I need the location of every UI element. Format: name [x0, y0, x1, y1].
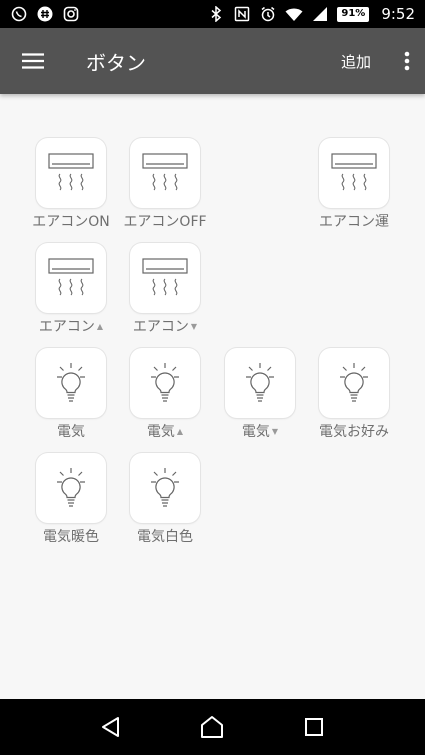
- air-conditioner-icon: [142, 153, 188, 191]
- button-label-text: エアコン: [38, 319, 95, 335]
- light-bulb-icon: [246, 363, 274, 402]
- battery-level: 91: [341, 7, 356, 19]
- signal-icon: [311, 5, 329, 23]
- button-label-text: 電気: [241, 424, 270, 440]
- status-left: [10, 5, 80, 23]
- air-conditioner-icon: [48, 153, 94, 191]
- home-button[interactable]: [192, 707, 232, 747]
- navigation-bar: [0, 699, 425, 755]
- button-tile[interactable]: [36, 243, 106, 313]
- button-label: エアコン ▼: [133, 316, 197, 336]
- button-label-text: エアコンON: [32, 214, 110, 230]
- button-tile[interactable]: [36, 453, 106, 523]
- triangle-down-icon: ▼: [271, 426, 279, 436]
- air-conditioner-icon: [142, 258, 188, 296]
- alarm-icon: [259, 5, 277, 23]
- status-bar: 91% 9:52: [0, 0, 425, 28]
- app-bar: ボタン 追加: [0, 28, 425, 94]
- nfc-icon: [233, 5, 251, 23]
- home-icon: [201, 716, 224, 738]
- light-bulb-icon: [57, 363, 85, 402]
- button-light-favorite[interactable]: 電気お好み: [307, 348, 401, 441]
- button-label-text: 電気: [146, 424, 175, 440]
- grid-row: 電気 電気 ▲ 電気 ▼ 電気お好み: [24, 348, 404, 453]
- back-button[interactable]: [91, 707, 131, 747]
- button-label: 電気 ▼: [242, 421, 278, 441]
- button-light-white[interactable]: 電気白色: [118, 453, 212, 546]
- button-label: エアコンOFF: [123, 211, 206, 231]
- status-time: 9:52: [381, 5, 415, 23]
- grid-row: 電気暖色 電気白色: [24, 453, 404, 558]
- hash-app-icon: [36, 5, 54, 23]
- triangle-up-icon: ▲: [96, 321, 104, 331]
- back-icon: [101, 717, 119, 737]
- button-label: 電気白色: [137, 526, 193, 546]
- hamburger-menu-button[interactable]: [0, 28, 66, 94]
- button-label-text: 電気暖色: [43, 529, 99, 545]
- overflow-menu-button[interactable]: [389, 28, 425, 94]
- button-tile[interactable]: [130, 243, 200, 313]
- light-bulb-icon: [151, 468, 179, 507]
- button-label: 電気: [57, 421, 85, 441]
- button-tile[interactable]: [319, 348, 389, 418]
- button-label: エアコン ▲: [39, 316, 103, 336]
- add-button[interactable]: 追加: [341, 51, 371, 72]
- button-tile[interactable]: [36, 348, 106, 418]
- button-tile[interactable]: [36, 138, 106, 208]
- whatsapp-icon: [10, 5, 28, 23]
- button-tile[interactable]: [225, 348, 295, 418]
- light-bulb-icon: [57, 468, 85, 507]
- triangle-up-icon: ▲: [176, 426, 184, 436]
- recents-icon: [305, 718, 324, 736]
- button-light[interactable]: 電気: [24, 348, 118, 441]
- button-aircon-run[interactable]: エアコン運: [307, 138, 401, 231]
- instagram-icon: [62, 5, 80, 23]
- grid-row: エアコンON エアコンOFF エアコン運: [24, 138, 404, 243]
- triangle-down-icon: ▼: [190, 321, 198, 331]
- light-bulb-icon: [340, 363, 368, 402]
- button-label: エアコンON: [32, 211, 110, 231]
- button-label: 電気お好み: [319, 421, 389, 441]
- battery-icon: 91%: [337, 6, 370, 22]
- button-label-text: エアコン運: [319, 214, 389, 230]
- button-tile[interactable]: [130, 138, 200, 208]
- button-aircon-on[interactable]: エアコンON: [24, 138, 118, 231]
- bluetooth-icon: [207, 5, 225, 23]
- button-light-warm[interactable]: 電気暖色: [24, 453, 118, 546]
- light-bulb-icon: [151, 363, 179, 402]
- button-aircon-off[interactable]: エアコンOFF: [118, 138, 212, 231]
- button-tile[interactable]: [130, 453, 200, 523]
- button-tile[interactable]: [319, 138, 389, 208]
- status-right: 91% 9:52: [207, 5, 415, 23]
- button-light-up[interactable]: 電気 ▲: [118, 348, 212, 441]
- button-aircon-up[interactable]: エアコン ▲: [24, 243, 118, 336]
- more-vert-icon: [404, 51, 410, 71]
- button-label: 電気 ▲: [147, 421, 183, 441]
- button-label-text: 電気: [57, 424, 85, 440]
- button-grid: エアコンON エアコンOFF エアコン運 エアコン ▲ エアコン ▼ 電気 電気…: [24, 138, 404, 558]
- page-title: ボタン: [86, 50, 146, 75]
- button-label-text: 電気白色: [137, 529, 193, 545]
- button-label: 電気暖色: [43, 526, 99, 546]
- button-aircon-down[interactable]: エアコン ▼: [118, 243, 212, 336]
- button-label-text: エアコン: [132, 319, 189, 335]
- grid-row: エアコン ▲ エアコン ▼: [24, 243, 404, 348]
- air-conditioner-icon: [48, 258, 94, 296]
- button-label: エアコン運: [319, 211, 389, 231]
- button-label-text: エアコンOFF: [123, 214, 207, 230]
- button-tile[interactable]: [130, 348, 200, 418]
- wifi-icon: [285, 5, 303, 23]
- button-light-down[interactable]: 電気 ▼: [213, 348, 307, 441]
- air-conditioner-icon: [331, 153, 377, 191]
- recents-button[interactable]: [294, 707, 334, 747]
- hamburger-icon: [22, 53, 44, 69]
- button-label-text: 電気お好み: [319, 424, 389, 440]
